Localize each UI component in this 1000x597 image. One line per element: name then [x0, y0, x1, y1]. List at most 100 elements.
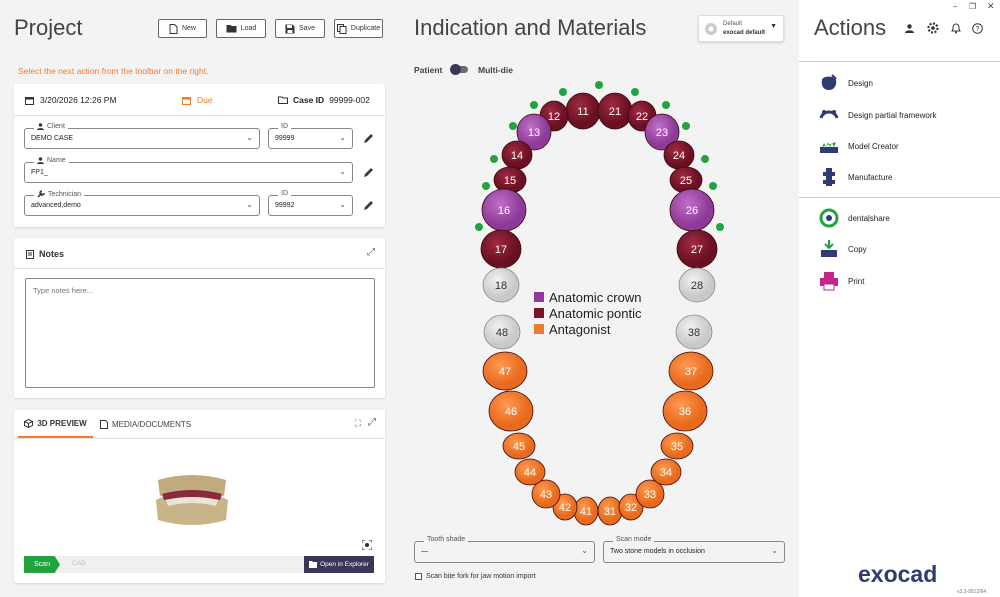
tooth-34[interactable]: 34	[650, 458, 682, 486]
tooth-number: 45	[513, 441, 525, 453]
tooth-21[interactable]: 21	[597, 92, 633, 130]
client-id-label: ID	[281, 123, 288, 130]
client-id-select[interactable]: ID 99999 ⌄	[268, 123, 353, 149]
expand-icon[interactable]: ⤢	[367, 247, 375, 258]
action-print[interactable]: Print	[818, 270, 864, 292]
tooth-16[interactable]: 16	[481, 188, 527, 232]
tooth-47[interactable]: 47	[482, 351, 528, 391]
dental-model-preview[interactable]	[152, 470, 232, 528]
bell-icon[interactable]	[951, 23, 961, 34]
tooth-24[interactable]: 24	[663, 140, 695, 170]
edit-technician-pencil-icon[interactable]	[362, 198, 376, 212]
window-minimize-button[interactable]: –	[953, 2, 957, 11]
technician-select[interactable]: Technician advanced,demo ⌄	[24, 190, 260, 216]
tab-media-documents[interactable]: MEDIA/DOCUMENTS	[100, 410, 191, 438]
settings-gear-icon[interactable]	[927, 22, 939, 34]
new-button[interactable]: New	[158, 19, 207, 38]
technician-id-select[interactable]: ID 99992 ⌄	[268, 190, 353, 216]
tooth-11[interactable]: 11	[565, 92, 601, 130]
load-button[interactable]: Load	[216, 19, 266, 38]
tooth-17[interactable]: 17	[480, 229, 522, 269]
name-value: FP1_	[31, 169, 48, 176]
window-restore-button[interactable]: ❐	[969, 2, 976, 11]
tooth-25[interactable]: 25	[669, 166, 703, 194]
tooth-number: 28	[691, 280, 703, 292]
tooth-36[interactable]: 36	[662, 390, 708, 432]
fit-view-icon[interactable]: ⛶	[355, 418, 361, 429]
user-icon[interactable]	[905, 24, 914, 33]
duplicate-button[interactable]: Duplicate	[334, 19, 383, 38]
tooth-number: 23	[656, 127, 668, 139]
action-design-partial-framework[interactable]: Design partial framework	[818, 104, 936, 126]
tab-3d-preview[interactable]: 3D PREVIEW	[18, 410, 93, 438]
tooth-number: 24	[673, 150, 685, 162]
calendar-due-icon	[182, 96, 191, 105]
action-manufacture[interactable]: Manufacture	[818, 166, 892, 188]
patient-multidie-toggle[interactable]	[450, 64, 468, 75]
scan-mode-select[interactable]: Scan mode Two stone models in occlusion …	[603, 536, 785, 563]
tooth-44[interactable]: 44	[514, 458, 546, 486]
legend-item-pontic: Anatomic pontic	[534, 305, 642, 321]
action-copy[interactable]: Copy	[818, 238, 867, 260]
edit-client-pencil-icon[interactable]	[362, 131, 376, 145]
action-dentalshare[interactable]: dentalshare	[818, 207, 890, 229]
expand-icon[interactable]: ⤢	[368, 417, 376, 428]
help-icon[interactable]: ?	[972, 23, 983, 34]
open-in-explorer-button[interactable]: Open in Explorer	[304, 556, 374, 573]
tooth-41[interactable]: 41	[573, 496, 599, 526]
notes-panel: Notes ⤢	[14, 238, 385, 398]
tooth-14[interactable]: 14	[501, 140, 533, 170]
dentalshare-icon	[819, 208, 839, 228]
window-close-button[interactable]: ✕	[987, 1, 995, 12]
tooth-26[interactable]: 26	[669, 188, 715, 232]
tooth-number: 13	[528, 127, 540, 139]
scan-step-button[interactable]: Scan	[24, 556, 60, 573]
notes-title: Notes	[39, 249, 65, 259]
due-date-button[interactable]: Due	[182, 95, 213, 105]
edit-name-pencil-icon[interactable]	[362, 165, 376, 179]
design-tooth-icon	[821, 74, 837, 90]
tooth-number: 42	[559, 502, 571, 514]
tooth-shade-select[interactable]: Tooth shade — ⌄	[414, 536, 595, 563]
technician-label: Technician	[48, 190, 82, 198]
toggle-knob	[450, 64, 461, 75]
bite-fork-checkbox[interactable]	[415, 573, 422, 580]
save-button[interactable]: Save	[275, 19, 325, 38]
tooth-number: 35	[671, 441, 683, 453]
notes-textarea[interactable]	[25, 278, 375, 388]
client-select[interactable]: Client DEMO CASE ⌄	[24, 123, 260, 149]
folder-icon	[226, 25, 237, 33]
tooth-48[interactable]: 48	[483, 314, 521, 350]
tooth-number: 26	[686, 205, 698, 217]
screenshot-icon[interactable]	[362, 540, 372, 550]
bite-fork-checkbox-row[interactable]: Scan bite fork for jaw motion import	[415, 573, 536, 580]
actions-title: Actions	[814, 15, 887, 40]
tooth-31[interactable]: 31	[597, 496, 623, 526]
tooth-35[interactable]: 35	[660, 432, 694, 460]
action-design-label: Design	[848, 78, 873, 88]
tooth-45[interactable]: 45	[502, 432, 536, 460]
copy-icon	[821, 240, 837, 257]
tooth-shade-label: Tooth shade	[427, 536, 466, 543]
legend-swatch-crown	[534, 292, 544, 302]
action-design[interactable]: Design	[818, 72, 873, 94]
tooth-18[interactable]: 18	[482, 267, 520, 303]
svg-text:?: ?	[976, 26, 980, 33]
tooth-27[interactable]: 27	[676, 229, 718, 269]
tooth-38[interactable]: 38	[675, 314, 713, 350]
tooth-number: 38	[688, 327, 700, 339]
action-model-creator[interactable]: Model Creator	[818, 135, 899, 157]
tooth-number: 46	[505, 406, 517, 418]
version-label: v3.3-9512/64	[957, 589, 987, 595]
tooth-28[interactable]: 28	[678, 267, 716, 303]
tooth-number: 14	[511, 150, 523, 162]
profile-select[interactable]: Default exocad default ▼	[698, 15, 784, 42]
action-model-creator-label: Model Creator	[848, 141, 899, 151]
chevron-down-icon: ⌄	[581, 546, 588, 555]
patient-label: Patient	[414, 65, 443, 75]
tooth-15[interactable]: 15	[493, 166, 527, 194]
cad-step-button[interactable]: CAD	[72, 560, 86, 567]
name-input[interactable]: Name FP1_ ⌄	[24, 157, 353, 183]
tooth-37[interactable]: 37	[668, 351, 714, 391]
tooth-46[interactable]: 46	[488, 390, 534, 432]
